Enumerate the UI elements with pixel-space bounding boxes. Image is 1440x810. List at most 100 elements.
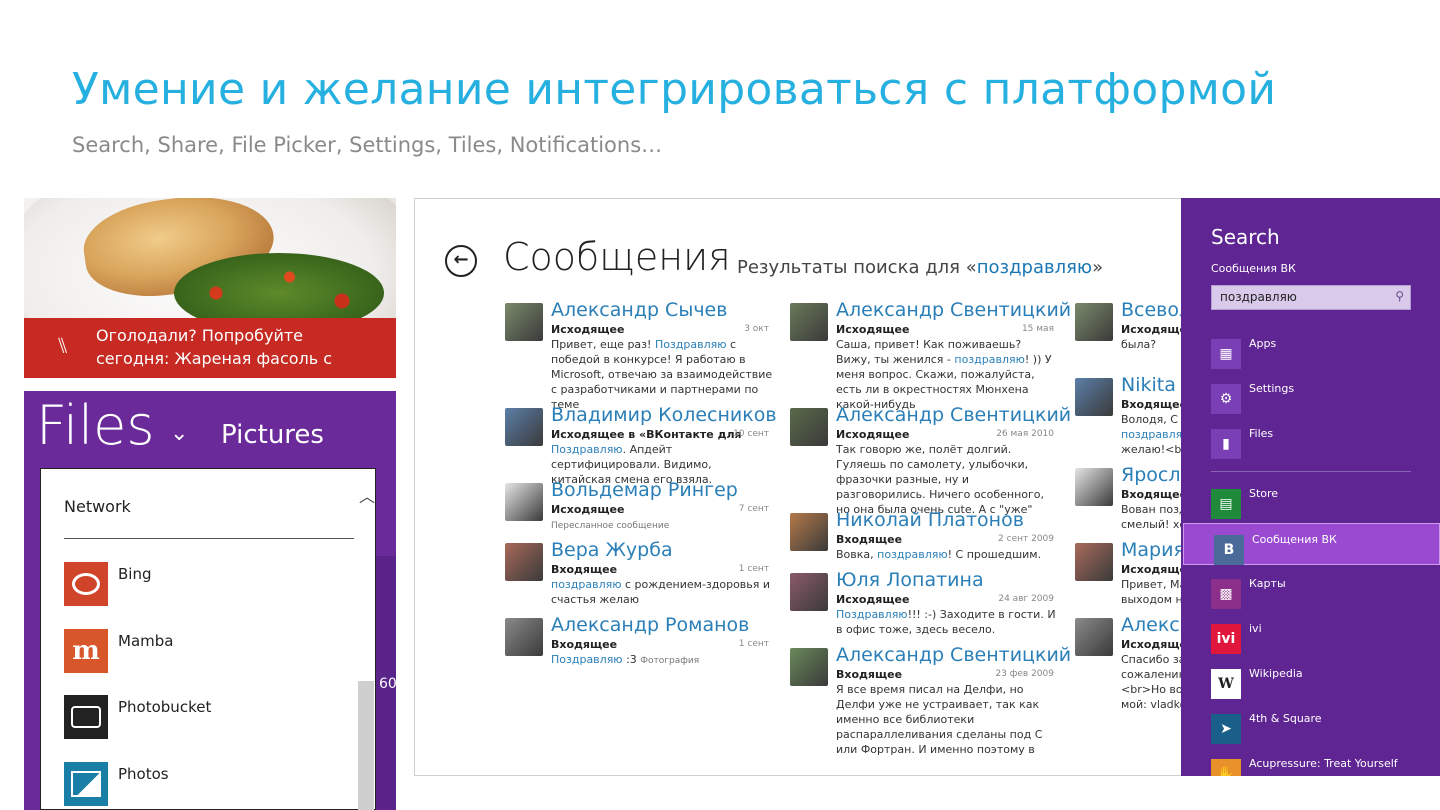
avatar	[1075, 378, 1113, 416]
message-text: Вовка, поздравляю! С прошедшим.	[836, 547, 1058, 562]
acupressure-icon: ✋	[1211, 759, 1241, 776]
charm-app-item[interactable]: B Сообщения ВК	[1183, 523, 1440, 565]
message-text-part: Привет, еще раз!	[551, 338, 655, 351]
message-direction: Входящее	[1121, 398, 1188, 411]
results-suffix: »	[1092, 257, 1104, 278]
avatar	[505, 543, 543, 581]
4th-square-icon: ➤	[1211, 714, 1241, 744]
settings-gear-icon: ⚙	[1211, 384, 1241, 414]
divider	[64, 538, 354, 539]
photobucket-icon	[64, 695, 108, 739]
message-direction: Исходящее	[836, 323, 910, 336]
message-sender: Вера Журба	[551, 539, 673, 561]
food-live-tile[interactable]: ⑊ Оголодали? Попробуйте сегодня: Жареная…	[24, 198, 396, 378]
scrollbar[interactable]	[358, 681, 374, 810]
message-text: Привет, еще раз! Поздравляю с победой в …	[551, 337, 773, 412]
messages-heading: Сообщения	[503, 235, 731, 279]
charm-app-item[interactable]: ivi ivi	[1181, 619, 1440, 661]
charm-item-label: Apps	[1249, 337, 1277, 350]
message-date: 1 сент	[738, 639, 769, 649]
message-direction: Входящее	[551, 563, 618, 576]
message-sender: Юля Лопатина	[836, 569, 984, 591]
charm-item-label: Store	[1249, 487, 1279, 500]
picker-item-label: Photobucket	[118, 698, 212, 716]
charm-item-label: Сообщения ВК	[1252, 533, 1337, 546]
message-sender: Александр Свентицкий	[836, 299, 1072, 321]
search-scope-label: Сообщения ВК	[1211, 262, 1296, 275]
message-meta: Пересланное сообщение	[551, 521, 670, 531]
message-text: Поздравляю!!! :-) Заходите в гости. И в …	[836, 607, 1058, 637]
divider	[1211, 471, 1411, 472]
highlight-query: поздравляю	[954, 353, 1025, 366]
picker-item-bing[interactable]: Bing	[64, 562, 344, 606]
message-date: 26 мая 2010	[996, 429, 1054, 439]
apps-icon: ▦	[1211, 339, 1241, 369]
file-picker-side-number: 60	[379, 676, 396, 692]
avatar	[505, 303, 543, 341]
message-text: Саша, привет! Как поживаешь? Вижу, ты же…	[836, 337, 1058, 412]
charm-item-label: Карты	[1249, 577, 1286, 590]
avatar	[790, 303, 828, 341]
food-tile-banner: ⑊ Оголодали? Попробуйте сегодня: Жареная…	[24, 318, 396, 378]
avatar	[1075, 618, 1113, 656]
avatar	[790, 513, 828, 551]
picker-item-photobucket[interactable]: Photobucket	[64, 695, 344, 739]
magnifier-icon[interactable]: ⚲	[1395, 289, 1404, 303]
charm-item-label: ivi	[1249, 622, 1262, 635]
highlight-query: Поздравляю	[551, 653, 623, 666]
search-query-text: поздравляю	[1220, 290, 1297, 304]
message-direction: Входящее	[1121, 488, 1188, 501]
file-picker: Files ⌄ Pictures 60 ︿ Network Bing m Mam…	[24, 391, 396, 810]
message-direction: Входящее	[836, 668, 903, 681]
charm-app-item[interactable]: ▩ Карты	[1181, 574, 1440, 616]
message-sender: Александр Сычев	[551, 299, 728, 321]
charm-app-item[interactable]: ▤ Store	[1181, 484, 1440, 526]
mamba-icon: m	[64, 629, 108, 673]
location-dropdown: ︿ Network Bing m Mamba Photobucket Photo…	[40, 468, 376, 810]
search-charm: Search Сообщения ВК поздравляю ⚲ ▦ Apps ⚙ Se…	[1181, 198, 1440, 776]
fork-knife-icon: ⑊	[56, 334, 70, 359]
avatar	[1075, 468, 1113, 506]
chevron-up-icon[interactable]: ︿	[359, 483, 375, 507]
store-icon: ▤	[1211, 489, 1241, 519]
message-direction: Исходящее в «ВКонтакте для	[551, 428, 742, 441]
message-text-part: Вовка,	[836, 548, 878, 561]
message-sender: Александр Свентицкий	[836, 404, 1072, 426]
picker-item-mamba[interactable]: m Mamba	[64, 629, 344, 673]
charm-item-label: Settings	[1249, 382, 1295, 395]
slide-title: Умение и желание интегрироваться с платф…	[72, 64, 1277, 115]
message-sender: Александр Свентицкий	[836, 644, 1072, 666]
message-sender: Мария	[1121, 539, 1185, 561]
back-arrow-icon[interactable]: ←	[445, 245, 477, 277]
charm-item-settings[interactable]: ⚙ Settings	[1181, 379, 1440, 421]
highlight-query: поздравляю	[877, 548, 948, 561]
results-prefix: Результаты поиска для «	[737, 257, 977, 278]
photos-icon	[64, 762, 108, 806]
network-item[interactable]: Network	[64, 497, 131, 516]
avatar	[1075, 543, 1113, 581]
highlight-query: поздравляю	[551, 578, 622, 591]
charm-app-item[interactable]: ✋ Acupressure: Treat Yourself	[1181, 754, 1440, 776]
message-date: 10 сент	[733, 429, 769, 439]
charm-app-item[interactable]: ➤ 4th & Square	[1181, 709, 1440, 751]
message-meta: Фотография	[640, 656, 700, 666]
message-sender: Вольдемар Рингер	[551, 479, 738, 501]
charm-item-label: 4th & Square	[1249, 712, 1322, 725]
charm-item-apps[interactable]: ▦ Apps	[1181, 334, 1440, 376]
avatar	[790, 648, 828, 686]
vk-icon: B	[1214, 535, 1244, 565]
message-text: поздравляю с рождением-здоровья и счасть…	[551, 577, 773, 607]
charm-item-files[interactable]: ▮ Files	[1181, 424, 1440, 466]
message-text-part: Я все время писал на Делфи, но Делфи уже…	[836, 683, 1043, 756]
search-input[interactable]: поздравляю ⚲	[1211, 285, 1411, 310]
message-date: 7 сент	[738, 504, 769, 514]
charm-item-label: Wikipedia	[1249, 667, 1303, 680]
message-text-part: ! С прошедшим.	[947, 548, 1042, 561]
charm-app-item[interactable]: W Wikipedia	[1181, 664, 1440, 706]
file-picker-title[interactable]: Files	[36, 394, 155, 457]
ivi-icon: ivi	[1211, 624, 1241, 654]
picker-item-photos[interactable]: Photos	[64, 762, 344, 806]
message-text: Пересланное сообщение	[551, 517, 773, 534]
chevron-down-icon[interactable]: ⌄	[170, 421, 188, 446]
message-date: 24 авг 2009	[998, 594, 1054, 604]
